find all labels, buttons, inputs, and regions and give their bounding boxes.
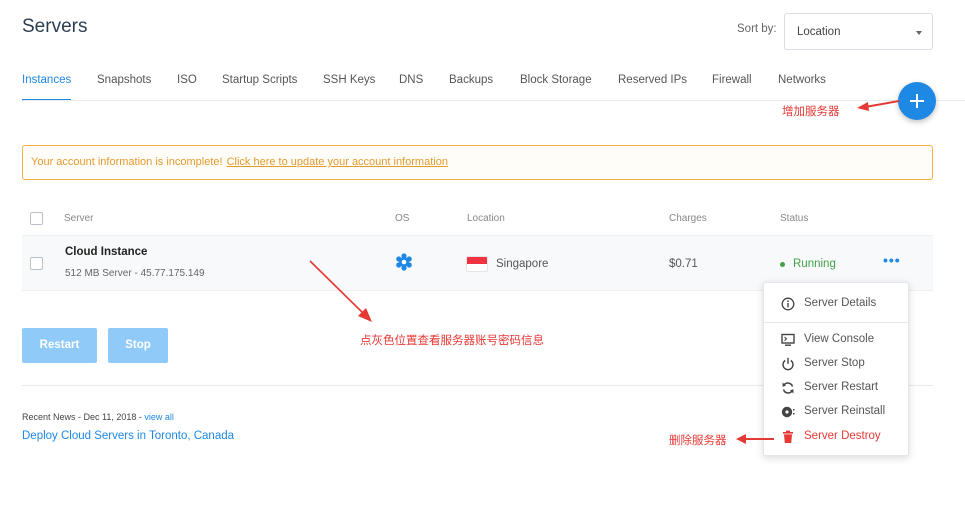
- tab-firewall[interactable]: Firewall: [712, 74, 752, 101]
- menu-item-server-reinstall[interactable]: Server Reinstall: [764, 401, 910, 423]
- os-icon: [395, 253, 413, 276]
- restart-button[interactable]: Restart: [22, 328, 97, 363]
- menu-label: View Console: [804, 333, 875, 345]
- select-all-checkbox[interactable]: [30, 212, 43, 225]
- menu-item-server-stop[interactable]: Server Stop: [764, 353, 910, 375]
- tab-networks[interactable]: Networks: [778, 74, 826, 101]
- tab-iso[interactable]: ISO: [177, 74, 197, 101]
- sort-select[interactable]: Location: [784, 13, 933, 50]
- tab-dns[interactable]: DNS: [399, 74, 423, 101]
- trash-icon: [783, 430, 793, 443]
- alert-text: Your account information is incomplete!: [31, 156, 223, 168]
- info-icon: [781, 297, 795, 311]
- annotation-arrow-icon: [857, 100, 900, 111]
- account-alert: Your account information is incomplete! C…: [22, 145, 933, 180]
- news-date: Recent News - Dec 11, 2018 -: [22, 412, 145, 422]
- sort-select-value: Location: [797, 26, 841, 38]
- menu-item-server-restart[interactable]: Server Restart: [764, 377, 910, 399]
- annotation-view-credentials: 点灰色位置查看服务器账号密码信息: [360, 335, 544, 347]
- power-icon: [782, 357, 794, 371]
- disc-icon: [781, 406, 795, 418]
- server-actions-menu: Server Details View Console Server Stop …: [763, 282, 909, 456]
- instance-charges: $0.71: [669, 258, 698, 270]
- tab-ssh-keys[interactable]: SSH Keys: [323, 74, 375, 101]
- annotation-add-server: 增加服务器: [782, 106, 840, 118]
- menu-item-server-destroy[interactable]: Server Destroy: [764, 426, 910, 448]
- column-header-charges: Charges: [669, 213, 707, 224]
- column-header-os: OS: [395, 213, 410, 224]
- row-checkbox[interactable]: [30, 257, 43, 270]
- menu-label: Server Restart: [804, 381, 879, 393]
- status-badge: Running: [793, 258, 836, 270]
- view-all-link[interactable]: view all: [144, 412, 174, 422]
- status-dot-icon: [780, 262, 785, 267]
- menu-label: Server Reinstall: [804, 405, 886, 417]
- annotation-arrow-icon: [309, 260, 372, 322]
- menu-item-server-details[interactable]: Server Details: [764, 293, 910, 315]
- news-meta: Recent News - Dec 11, 2018 - view all: [22, 412, 174, 422]
- monitor-icon: [781, 333, 795, 346]
- restart-icon: [782, 382, 794, 394]
- plus-icon: [910, 94, 924, 108]
- sort-label: Sort by:: [737, 23, 777, 35]
- news-title-link[interactable]: Deploy Cloud Servers in Toronto, Canada: [22, 430, 234, 442]
- annotation-delete-server: 删除服务器: [669, 435, 727, 447]
- annotation-arrow-icon: [736, 434, 774, 444]
- tab-block-storage[interactable]: Block Storage: [520, 74, 592, 101]
- tab-reserved-ips[interactable]: Reserved IPs: [618, 74, 687, 101]
- tab-instances[interactable]: Instances: [22, 74, 72, 101]
- add-server-button[interactable]: [898, 82, 936, 120]
- menu-label: Server Destroy: [804, 430, 881, 442]
- more-actions-button[interactable]: •••: [883, 252, 901, 268]
- menu-divider: [764, 322, 908, 323]
- tab-snapshots[interactable]: Snapshots: [97, 74, 151, 101]
- menu-item-view-console[interactable]: View Console: [764, 329, 910, 351]
- chevron-down-icon: [916, 31, 922, 35]
- tabs-divider: [22, 100, 965, 101]
- page-title: Servers: [22, 16, 88, 37]
- tab-startup-scripts[interactable]: Startup Scripts: [222, 74, 297, 101]
- column-header-server: Server: [64, 213, 94, 224]
- stop-button[interactable]: Stop: [108, 328, 168, 363]
- instance-name[interactable]: Cloud Instance: [65, 246, 147, 258]
- update-account-link[interactable]: Click here to update your account inform…: [227, 156, 448, 168]
- tab-backups[interactable]: Backups: [449, 74, 493, 101]
- instance-location: Singapore: [496, 258, 549, 270]
- menu-label: Server Stop: [804, 357, 865, 369]
- column-header-location: Location: [467, 213, 505, 224]
- menu-label: Server Details: [804, 297, 877, 309]
- instance-details: 512 MB Server - 45.77.175.149: [65, 268, 205, 279]
- singapore-flag-icon: [467, 257, 487, 271]
- column-header-status: Status: [780, 213, 809, 224]
